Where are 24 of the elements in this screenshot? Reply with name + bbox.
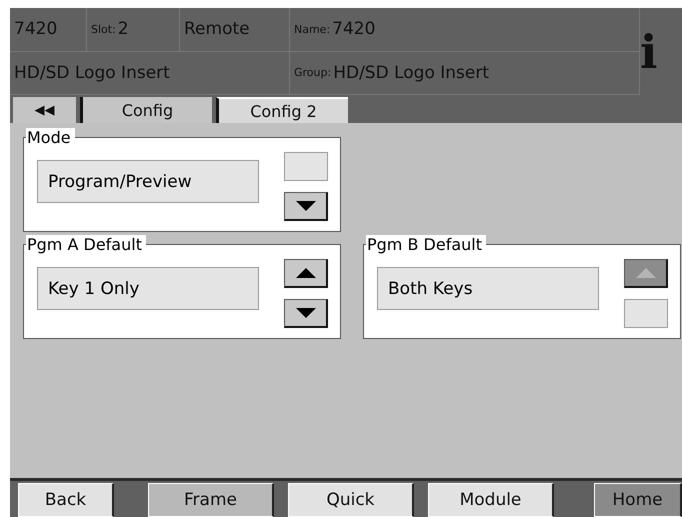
panel-title: Pgm B Default bbox=[366, 235, 486, 255]
nav-button[interactable]: Module bbox=[428, 483, 554, 517]
value-display: Both Keys bbox=[377, 267, 599, 310]
unit-number: 7420 bbox=[10, 8, 87, 50]
nav-button[interactable]: Quick bbox=[288, 483, 414, 517]
slot-label: Slot:2 bbox=[87, 8, 180, 50]
down-triangle-icon bbox=[294, 200, 316, 212]
down-arrow-button[interactable] bbox=[284, 192, 328, 221]
nav-button[interactable]: Back bbox=[18, 483, 114, 517]
value-display: Key 1 Only bbox=[37, 267, 259, 310]
up-triangle-icon bbox=[294, 267, 316, 279]
up-triangle-icon bbox=[634, 267, 656, 279]
up-arrow-button[interactable] bbox=[284, 259, 328, 288]
nav-button[interactable]: Home bbox=[594, 483, 682, 517]
down-arrow-button[interactable] bbox=[284, 299, 328, 328]
tab[interactable]: Config 2 bbox=[216, 97, 348, 123]
panel-title: Pgm A Default bbox=[26, 235, 146, 255]
tab[interactable]: Config bbox=[80, 97, 212, 123]
tab[interactable]: ◀◀ bbox=[13, 97, 76, 123]
module-description: HD/SD Logo Insert bbox=[10, 52, 290, 94]
nav-button[interactable]: Frame bbox=[148, 483, 274, 517]
down-triangle-icon bbox=[294, 307, 316, 319]
control-mode: Remote bbox=[180, 8, 290, 50]
value-display: Program/Preview bbox=[37, 160, 259, 203]
